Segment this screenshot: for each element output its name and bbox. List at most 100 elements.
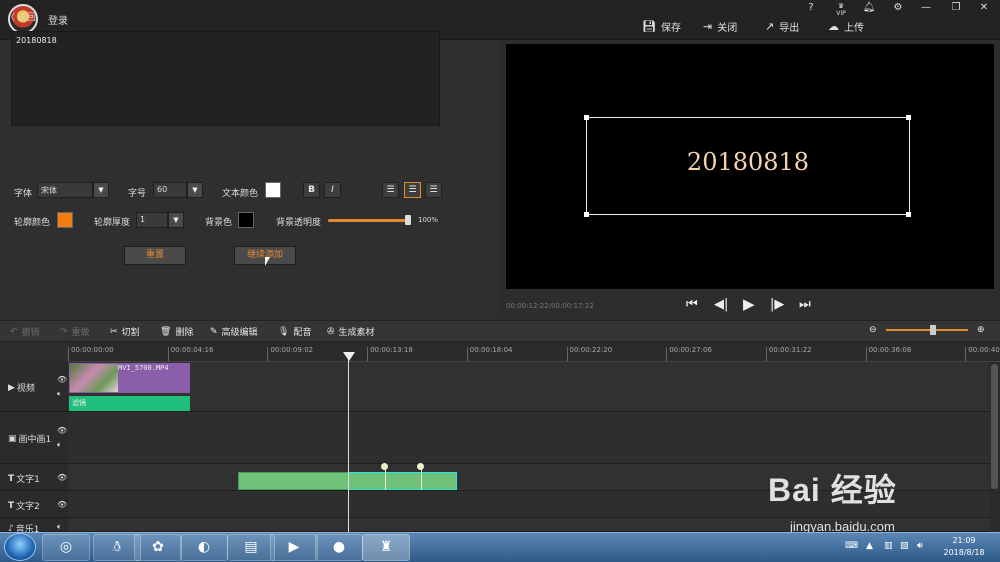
generate-label: 生成素材 — [338, 328, 375, 338]
skip-end-icon[interactable]: ⏭ — [799, 297, 811, 312]
keyframe-marker[interactable] — [381, 463, 388, 470]
keyframe-line — [421, 468, 422, 490]
taskbar-app-icon[interactable]: ◎ — [42, 534, 90, 561]
taskbar-folder-icon[interactable]: ▤ — [227, 534, 275, 561]
ruler-tick-label: 00:00:36:08 — [868, 346, 912, 354]
undo-icon: ↶ — [10, 326, 18, 337]
close-window-icon[interactable]: ✕ — [975, 2, 993, 13]
zoom-out-icon[interactable]: ⊖ — [869, 325, 877, 335]
outline-color-swatch[interactable] — [57, 212, 73, 228]
bg-opacity-slider[interactable] — [328, 219, 410, 222]
gear-icon[interactable]: ⚙ — [889, 2, 907, 13]
taskbar-record-icon[interactable]: ● — [315, 534, 363, 561]
dub-button[interactable]: 🎙︎ 配音 — [278, 325, 311, 339]
eye-icon[interactable]: 👁︎ — [57, 473, 67, 482]
export-button[interactable]: ↗ 导出 — [765, 19, 799, 34]
resize-handle[interactable] — [906, 115, 911, 120]
font-dropdown-icon[interactable]: ▼ — [93, 182, 109, 198]
clock-date[interactable]: 2018/8/18 — [939, 548, 989, 557]
size-select[interactable]: 60 — [153, 182, 187, 198]
taskbar-player-icon[interactable]: ▶ — [270, 534, 318, 561]
outline-width-select[interactable]: 1 — [136, 212, 168, 228]
tray-app-icon[interactable]: ▥ — [884, 541, 893, 551]
bell-icon[interactable]: 🔔︎ — [860, 2, 878, 13]
speaker-icon[interactable]: 🔈︎ — [57, 440, 62, 450]
italic-button[interactable]: I — [324, 182, 341, 198]
outline-color-label: 轮廓颜色 — [14, 218, 51, 228]
clock-time[interactable]: 21:09 — [949, 536, 979, 545]
font-select[interactable]: 宋体 — [37, 182, 93, 198]
zoom-slider[interactable] — [886, 329, 968, 331]
save-button[interactable]: 💾︎ 保存 — [642, 19, 681, 34]
show-hidden-icons[interactable]: ▲ — [866, 541, 873, 551]
eye-icon[interactable]: 👁︎ — [57, 426, 67, 435]
cut-button[interactable]: ✂ 切割 — [110, 325, 140, 339]
bg-color-swatch[interactable] — [238, 212, 254, 228]
filter-clip[interactable]: 滤镜 — [69, 396, 190, 411]
step-forward-icon[interactable]: |▶ — [770, 297, 784, 312]
close-button[interactable]: ⇥ 关闭 — [703, 19, 737, 34]
text-icon: T — [8, 473, 15, 484]
skip-start-icon[interactable]: ⏮ — [686, 297, 698, 312]
ruler-tick-label: 00:00:09:02 — [270, 346, 314, 354]
text-icon: T — [8, 500, 15, 511]
video-editor-window: 登录 ? ♛ VIP 🔔︎ ⚙ — ❐ ✕ 💾︎ 保存 ⇥ 关闭 ↗ 导出 ☁ 上传 〈 … — [0, 0, 1000, 562]
align-left-icon[interactable]: ☰ — [382, 182, 399, 198]
text-color-swatch[interactable] — [265, 182, 281, 198]
pencil-icon: ✎ — [210, 326, 218, 337]
speaker-icon[interactable]: 🔈︎ — [57, 522, 62, 532]
playhead-handle[interactable] — [343, 352, 355, 361]
playhead-line[interactable] — [348, 352, 349, 532]
minimize-icon[interactable]: — — [917, 2, 935, 13]
taskbar-firefox-icon[interactable]: ◐ — [180, 534, 228, 561]
mouse-cursor-icon — [265, 257, 273, 266]
advanced-edit-button[interactable]: ✎ 高级编辑 — [210, 325, 258, 339]
ruler-tick-line — [666, 347, 668, 361]
help-icon[interactable]: ? — [802, 2, 820, 13]
eye-icon[interactable]: 👁︎ — [57, 375, 67, 384]
resize-handle[interactable] — [584, 115, 589, 120]
bg-opacity-slider-handle[interactable] — [405, 215, 411, 225]
text-clip-selection[interactable] — [348, 472, 457, 490]
generate-material-button[interactable]: ✇ 生成素材 — [327, 325, 375, 339]
network-icon[interactable]: ▨ — [900, 541, 909, 551]
align-right-icon[interactable]: ☰ — [425, 182, 442, 198]
step-back-icon[interactable]: ◀| — [714, 297, 728, 312]
upload-button[interactable]: ☁ 上传 — [828, 19, 864, 34]
track-pip[interactable] — [68, 412, 990, 464]
taskbar-media-icon[interactable]: ✿ — [134, 534, 182, 561]
restore-icon[interactable]: ❐ — [947, 2, 965, 13]
track-video[interactable] — [68, 362, 990, 412]
taskbar-editor-icon[interactable]: ♜ — [362, 534, 410, 561]
undo-label: 撤销 — [21, 328, 40, 338]
speaker-icon[interactable]: 🔈︎ — [57, 389, 62, 399]
start-button[interactable] — [4, 533, 36, 561]
resize-handle[interactable] — [906, 212, 911, 217]
align-center-icon[interactable]: ☰ — [404, 182, 421, 198]
reset-button[interactable]: 重置 — [124, 246, 186, 265]
undo-button[interactable]: ↶ 撤销 — [10, 325, 40, 339]
login-link[interactable]: 登录 — [48, 12, 68, 27]
redo-icon: ↷ — [60, 326, 68, 337]
track-name: 视频 — [16, 384, 35, 394]
keyboard-icon[interactable]: ⌨ — [845, 541, 858, 551]
text-input[interactable]: 20180818 — [11, 31, 440, 126]
cloud-upload-icon: ☁ — [828, 20, 839, 33]
resize-handle[interactable] — [584, 212, 589, 217]
keyframe-marker[interactable] — [417, 463, 424, 470]
volume-icon[interactable]: 🔊︎ — [917, 541, 923, 551]
timeline-scrollbar-thumb[interactable] — [991, 364, 998, 489]
zoom-in-icon[interactable]: ⊕ — [977, 325, 985, 335]
eye-icon[interactable]: 👁︎ — [57, 500, 67, 509]
size-dropdown-icon[interactable]: ▼ — [187, 182, 203, 198]
redo-button[interactable]: ↷ 重做 — [60, 325, 90, 339]
bold-button[interactable]: B — [303, 182, 320, 198]
video-clip-name: MVI_5700.MP4 — [118, 364, 169, 372]
delete-button[interactable]: 🗑︎ 删除 — [160, 325, 193, 339]
back-button[interactable]: 〈 返回 — [6, 10, 36, 23]
outline-width-dropdown-icon[interactable]: ▼ — [168, 212, 184, 228]
exit-icon: ⇥ — [703, 20, 713, 33]
vip-icon[interactable]: ♛ VIP — [832, 2, 850, 17]
play-icon[interactable]: ▶ — [743, 295, 755, 313]
zoom-slider-handle[interactable] — [930, 325, 936, 335]
